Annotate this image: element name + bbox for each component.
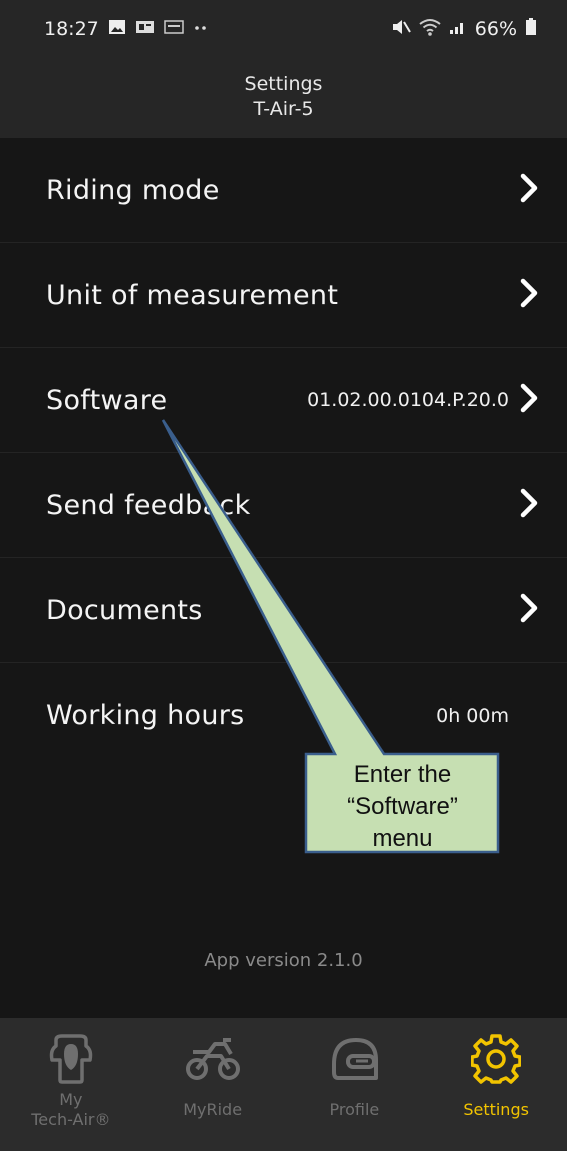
wifi-icon (419, 18, 441, 41)
image-icon (108, 18, 126, 40)
chevron-right-icon (519, 488, 539, 522)
menu-item-software[interactable]: Software 01.02.00.0104.P.20.0 (0, 348, 567, 453)
nav-my-tech-air[interactable]: My Tech-Air® (0, 1018, 142, 1151)
page-header: Settings T-Air-5 (0, 58, 567, 138)
device-name: T-Air-5 (253, 98, 314, 120)
menu-item-unit-of-measurement[interactable]: Unit of measurement (0, 243, 567, 348)
gear-icon (471, 1030, 522, 1088)
menu-item-working-hours: Working hours 0h 00m (0, 663, 567, 768)
menu-item-label: Software (46, 384, 168, 416)
menu-item-riding-mode[interactable]: Riding mode (0, 138, 567, 243)
callout-text: Enter the “Software” menu (347, 761, 458, 852)
menu-item-label: Riding mode (46, 174, 220, 206)
menu-item-documents[interactable]: Documents (0, 558, 567, 663)
nav-label: Settings (463, 1100, 529, 1119)
status-bar: 18:27 66% (0, 0, 567, 58)
app-icon (135, 18, 155, 40)
nav-label: MyRide (183, 1100, 243, 1119)
battery-icon (525, 17, 537, 41)
nav-settings[interactable]: Settings (425, 1018, 567, 1151)
page-title: Settings (244, 73, 323, 95)
chevron-right-icon (519, 593, 539, 627)
signal-icon (449, 18, 467, 40)
app-icon (164, 18, 184, 40)
helmet-icon (328, 1030, 380, 1088)
battery-percent: 66% (474, 18, 517, 40)
menu-item-label: Unit of measurement (46, 279, 339, 311)
nav-label: Profile (329, 1100, 380, 1119)
working-hours-value: 0h 00m (436, 704, 509, 727)
menu-item-label: Working hours (46, 700, 245, 731)
app-version: App version 2.1.0 (204, 950, 363, 971)
chevron-right-icon (519, 383, 539, 417)
menu-item-label: Send feedback (46, 489, 251, 521)
chevron-right-icon (519, 173, 539, 207)
software-version: 01.02.00.0104.P.20.0 (307, 389, 509, 411)
chevron-right-icon (519, 278, 539, 312)
mute-icon (391, 18, 411, 41)
settings-menu: Riding mode Unit of measurement Software… (0, 138, 567, 768)
nav-label: My Tech-Air® (31, 1090, 111, 1129)
status-time: 18:27 (44, 18, 99, 40)
bottom-nav: My Tech-Air® MyRide Profile Settings (0, 1018, 567, 1151)
airbag-vest-icon (48, 1030, 94, 1088)
motorcycle-icon (185, 1030, 241, 1088)
menu-item-send-feedback[interactable]: Send feedback (0, 453, 567, 558)
nav-myride[interactable]: MyRide (142, 1018, 284, 1151)
menu-item-label: Documents (46, 594, 203, 626)
nav-profile[interactable]: Profile (284, 1018, 426, 1151)
more-dots-icon (193, 18, 209, 40)
